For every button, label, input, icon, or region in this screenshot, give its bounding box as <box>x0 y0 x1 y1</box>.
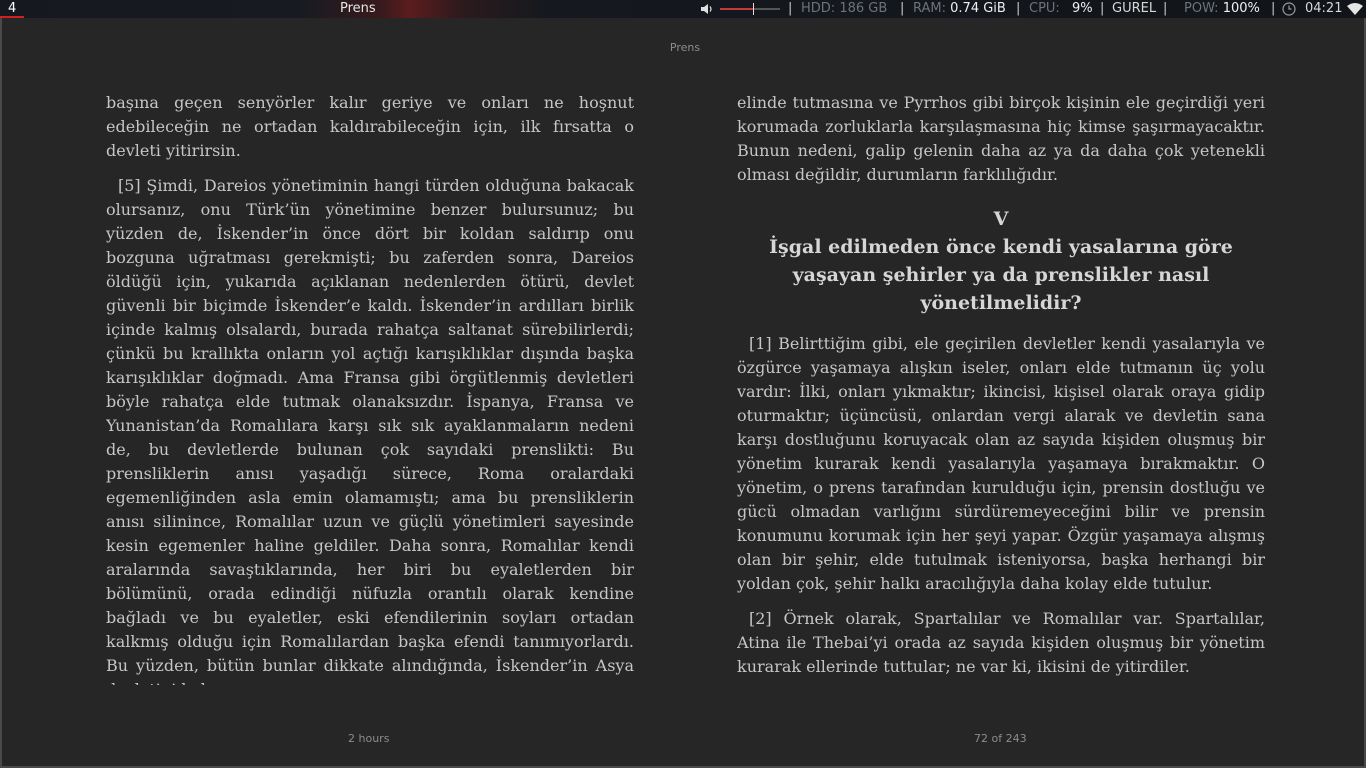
ebook-reader-view[interactable]: Prens başına geçen senyörler kalır geriy… <box>0 18 1366 768</box>
reading-time-remaining: 2 hours <box>348 732 390 745</box>
pow-value: 100% <box>1222 1 1260 16</box>
paragraph: [5] Şimdi, Dareios yönetiminin hangi tür… <box>106 176 634 685</box>
cpu-label: CPU: <box>1029 1 1060 16</box>
hdd-usage: HDD: 186 GB <box>801 0 887 18</box>
volume-slider-fill <box>720 8 753 10</box>
paragraph: [2] Örnek olarak, Spartalılar ve Romalıl… <box>737 609 1265 676</box>
separator: | <box>1271 1 1276 16</box>
pow-label: POW: <box>1184 1 1219 16</box>
speaker-icon[interactable] <box>700 2 714 16</box>
hdd-value: 186 GB <box>839 1 888 16</box>
ram-usage: RAM: 0.74 GiB <box>913 0 1006 18</box>
top-status-bar: 4 Prens | HDD: 186 GB | RAM: 0.74 GiB | … <box>0 0 1366 18</box>
volume-slider-knob[interactable] <box>753 3 754 15</box>
separator: | <box>788 1 793 16</box>
battery-status: POW: 100% <box>1184 0 1260 18</box>
hdd-label: HDD: <box>801 1 836 16</box>
username: GUREL <box>1112 1 1157 16</box>
chapter-number: V <box>993 208 1009 230</box>
workspace-indicator[interactable]: 4 <box>0 0 24 18</box>
paragraph: [1] Belirttiğim gibi, ele geçirilen devl… <box>737 334 1265 593</box>
right-page: elinde tutmasına ve Pyrrhos gibi birçok … <box>737 91 1265 685</box>
workspace-number: 4 <box>8 1 17 16</box>
cpu-value: 9% <box>1071 1 1093 16</box>
window-title: Prens <box>340 1 376 16</box>
paragraph: elinde tutmasına ve Pyrrhos gibi birçok … <box>737 93 1265 184</box>
left-page: başına geçen senyörler kalır geriye ve o… <box>106 91 634 685</box>
chapter-heading: V İşgal edilmeden önce kendi yasalarına … <box>737 205 1265 317</box>
separator: | <box>900 1 905 16</box>
separator: | <box>1163 1 1168 16</box>
separator: | <box>1016 1 1021 16</box>
volume-slider[interactable] <box>720 3 780 15</box>
book-title-header: Prens <box>669 41 701 54</box>
page-indicator: 72 of 243 <box>974 732 1027 745</box>
paragraph: başına geçen senyörler kalır geriye ve o… <box>106 93 634 160</box>
separator: | <box>1100 1 1105 16</box>
chapter-title: İşgal edilmeden önce kendi yasalarına gö… <box>769 236 1233 314</box>
cpu-usage: CPU: 9% <box>1029 0 1093 18</box>
ram-value: 0.74 GiB <box>950 1 1006 16</box>
clock-time[interactable]: 04:21 <box>1305 0 1342 18</box>
ram-label: RAM: <box>913 1 946 16</box>
